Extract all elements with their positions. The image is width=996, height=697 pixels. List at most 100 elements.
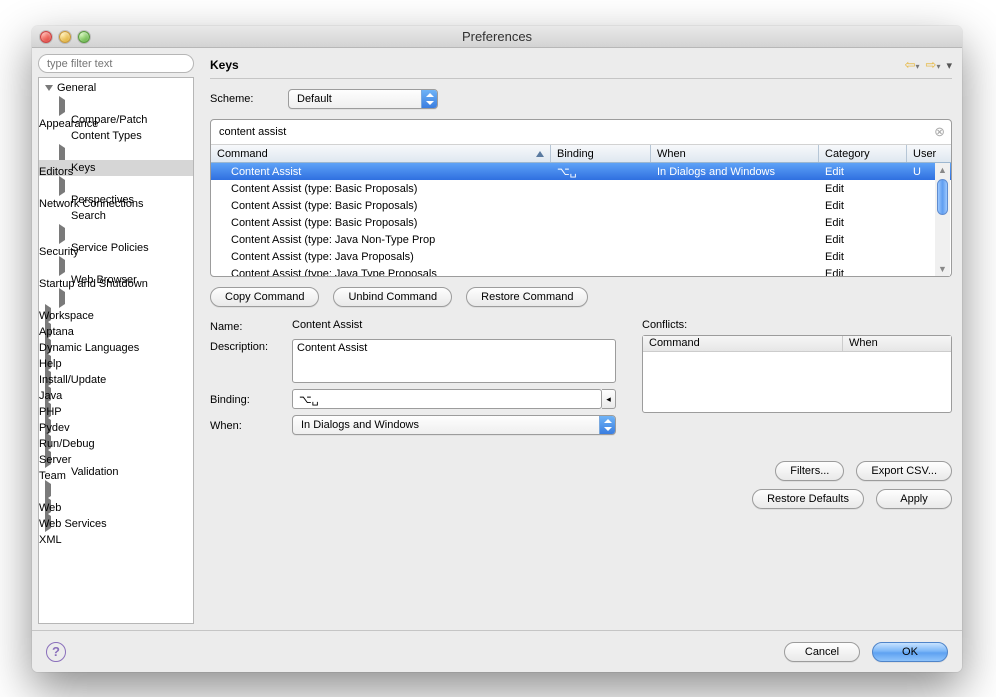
tree-node-label: Content Types <box>71 130 142 142</box>
tree-node-label: XML <box>39 534 62 546</box>
tree-node[interactable]: Keys <box>39 160 193 176</box>
scroll-down-icon[interactable]: ▼ <box>935 262 950 276</box>
tree-node[interactable]: Perspectives <box>39 192 193 208</box>
filters-button[interactable]: Filters... <box>775 461 844 481</box>
titlebar: Preferences <box>32 26 962 48</box>
tree-node[interactable]: Web Services <box>39 496 193 512</box>
tree-node[interactable]: Editors <box>39 144 193 160</box>
tree-node-label: Search <box>71 210 106 222</box>
tree-node[interactable]: General <box>39 80 193 96</box>
scroll-thumb[interactable] <box>937 179 948 215</box>
cell-when <box>651 222 819 224</box>
scroll-up-icon[interactable]: ▲ <box>935 163 950 177</box>
cell-binding <box>551 205 651 207</box>
page-nav: ⇦▾ ⇨▾ ▾ <box>905 57 952 73</box>
cell-binding <box>551 273 651 275</box>
col-binding[interactable]: Binding <box>551 145 651 162</box>
cell-command: Content Assist (type: Basic Proposals) <box>211 216 551 230</box>
scheme-value: Default <box>297 93 332 105</box>
tree-node[interactable]: Validation <box>39 464 193 480</box>
table-row[interactable]: Content Assist (type: Basic Proposals) Ed… <box>211 214 951 231</box>
right-panel: Keys ⇦▾ ⇨▾ ▾ Scheme: Default ⊗ <box>200 48 962 630</box>
tree-node-label: Run/Debug <box>39 438 95 450</box>
conflicts-table[interactable]: Command When <box>642 335 952 413</box>
cell-binding <box>551 188 651 190</box>
tree-node-label: Service Policies <box>71 242 149 254</box>
window-title: Preferences <box>32 29 962 44</box>
table-search-input[interactable] <box>217 125 934 139</box>
restore-command-button[interactable]: Restore Command <box>466 287 588 307</box>
back-icon[interactable]: ⇦▾ <box>905 57 920 73</box>
tree-node[interactable]: Web Browser <box>39 272 193 288</box>
tree-node-label: Web Browser <box>71 274 137 286</box>
restore-defaults-button[interactable]: Restore Defaults <box>752 489 864 509</box>
tree-spacer <box>59 276 67 284</box>
tree-spacer <box>59 196 67 204</box>
col-command[interactable]: Command <box>211 145 551 162</box>
view-menu-icon[interactable]: ▾ <box>946 59 952 72</box>
unbind-command-button[interactable]: Unbind Command <box>333 287 452 307</box>
vertical-scrollbar[interactable]: ▲ ▼ <box>935 163 950 276</box>
table-body[interactable]: Content Assist⌥␣In Dialogs and WindowsEd… <box>211 163 951 276</box>
cell-when <box>651 188 819 190</box>
tree-node[interactable]: Service Policies <box>39 240 193 256</box>
tree-node-label: Keys <box>71 162 95 174</box>
col-category[interactable]: Category <box>819 145 907 162</box>
tree-node-label: Pydev <box>39 422 70 434</box>
table-row[interactable]: Content Assist (type: Basic Proposals)Ed… <box>211 180 951 197</box>
help-icon[interactable]: ? <box>46 642 66 662</box>
table-row[interactable]: Content Assist (type: Java Proposals)Edi… <box>211 248 951 265</box>
tree-node[interactable]: Compare/Patch <box>39 112 193 128</box>
cell-command: Content Assist (type: Java Type Proposal… <box>211 267 551 277</box>
scheme-label: Scheme: <box>210 93 280 105</box>
cell-when <box>651 273 819 275</box>
when-select[interactable]: In Dialogs and Windows <box>292 415 616 435</box>
binding-menu-icon[interactable]: ◂ <box>602 389 616 409</box>
tree-node[interactable]: Security <box>39 224 193 240</box>
disclosure-open-icon[interactable] <box>45 85 53 91</box>
clear-search-icon[interactable]: ⊗ <box>934 124 945 140</box>
cell-command: Content Assist (type: Java Proposals) <box>211 250 551 264</box>
copy-command-button[interactable]: Copy Command <box>210 287 319 307</box>
table-row[interactable]: Content Assist (type: Java Non-Type Prop… <box>211 231 951 248</box>
dialog-footer: ? Cancel OK <box>32 630 962 672</box>
tree-spacer <box>59 244 67 252</box>
cell-when <box>651 256 819 258</box>
forward-icon[interactable]: ⇨▾ <box>926 57 941 73</box>
ok-button[interactable]: OK <box>872 642 948 662</box>
tree-node-label: Perspectives <box>71 194 134 206</box>
tree-node-label: Web Services <box>39 518 107 530</box>
tree-node[interactable]: Appearance <box>39 96 193 112</box>
binding-field[interactable]: ⌥␣ <box>292 389 602 409</box>
col-user[interactable]: User <box>907 145 951 162</box>
cell-when: In Dialogs and Windows <box>651 165 819 179</box>
export-csv-button[interactable]: Export CSV... <box>856 461 952 481</box>
scheme-select[interactable]: Default <box>288 89 438 109</box>
conflicts-col-command[interactable]: Command <box>643 336 843 351</box>
cell-category: Edit <box>819 216 907 230</box>
cell-category: Edit <box>819 233 907 247</box>
preference-tree[interactable]: GeneralAppearanceCompare/Patch Content Ty… <box>38 77 194 624</box>
col-when[interactable]: When <box>651 145 819 162</box>
apply-button[interactable]: Apply <box>876 489 952 509</box>
tree-spacer <box>59 116 67 124</box>
cell-binding: ⌥␣ <box>551 164 651 179</box>
cell-category: Edit <box>819 199 907 213</box>
tree-spacer <box>59 164 67 172</box>
tree-spacer <box>59 132 67 140</box>
tree-node[interactable]: Content Types <box>39 128 193 144</box>
table-row[interactable]: Content Assist (type: Java Type Proposal… <box>211 265 951 276</box>
table-row[interactable]: Content Assist⌥␣In Dialogs and WindowsEd… <box>211 163 951 180</box>
tree-spacer <box>59 468 67 476</box>
filter-input[interactable] <box>38 54 194 73</box>
binding-label: Binding: <box>210 392 284 406</box>
cell-when <box>651 205 819 207</box>
tree-node-label: Dynamic Languages <box>39 342 139 354</box>
table-row[interactable]: Content Assist (type: Basic Proposals)Ed… <box>211 197 951 214</box>
bindings-table: ⊗ Command Binding When Category User Con… <box>210 119 952 277</box>
cell-when <box>651 239 819 241</box>
conflicts-col-when[interactable]: When <box>843 336 951 351</box>
cancel-button[interactable]: Cancel <box>784 642 860 662</box>
description-field[interactable]: Content Assist <box>292 339 616 383</box>
dropdown-arrows-icon <box>599 416 615 434</box>
